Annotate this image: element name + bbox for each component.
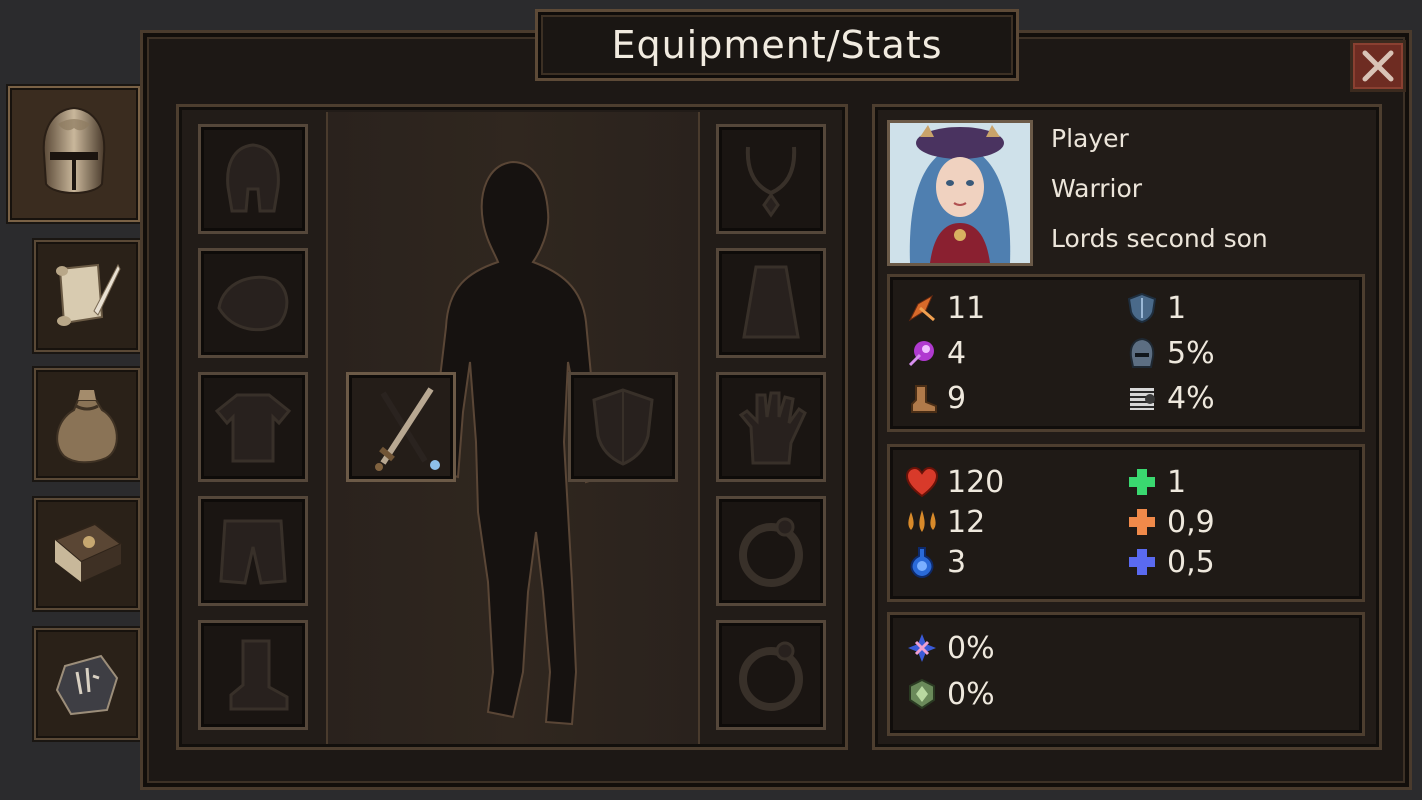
rune-stone-icon — [55, 654, 119, 716]
slot-ring-1[interactable] — [716, 496, 826, 606]
helmet-outline-icon — [226, 143, 280, 213]
ring-outline-icon — [739, 641, 803, 711]
glove-outline-icon — [738, 391, 807, 465]
sword-icon — [375, 387, 440, 471]
helmet-defense-icon — [1125, 336, 1159, 370]
evasion-icon — [1125, 381, 1159, 415]
slot-gloves[interactable] — [716, 372, 826, 482]
helmet-icon — [42, 106, 106, 194]
slot-cloak[interactable] — [716, 248, 826, 358]
pants-outline-icon — [219, 519, 287, 585]
stat-magic: 4 — [905, 335, 966, 371]
window-title-plate: Equipment/Stats — [535, 9, 1019, 81]
slot-chest[interactable] — [198, 372, 308, 482]
blue-cross-icon — [1125, 545, 1159, 579]
tab-quests[interactable] — [34, 240, 140, 352]
scroll-quill-icon — [56, 263, 121, 326]
amulet-outline-icon — [745, 146, 797, 218]
crit-icon — [905, 631, 939, 665]
stat-defense: 5% — [1125, 335, 1215, 371]
tab-equipment[interactable] — [8, 86, 140, 222]
slot-amulet[interactable] — [716, 124, 826, 234]
heart-icon — [905, 465, 939, 499]
shield-outline-icon — [592, 388, 654, 466]
poison-resist-icon — [905, 677, 939, 711]
stat-stamina: 12 — [905, 504, 985, 540]
slot-off-hand[interactable] — [568, 372, 678, 482]
mana-flask-icon — [905, 545, 939, 579]
stat-health-regen: 1 — [1125, 464, 1186, 500]
orange-cross-icon — [1125, 505, 1159, 539]
window-title: Equipment/Stats — [611, 23, 943, 67]
character-portrait — [887, 120, 1033, 266]
ring-outline-icon — [739, 517, 803, 587]
slot-boots[interactable] — [198, 620, 308, 730]
stat-stamina-regen: 0,9 — [1125, 504, 1215, 540]
slot-ring-2[interactable] — [716, 620, 826, 730]
stat-poison-resist: 0% — [905, 676, 995, 712]
close-button[interactable] — [1350, 40, 1406, 92]
portrait-image — [890, 123, 1030, 263]
pauldron-outline-icon — [217, 275, 289, 332]
stat-mana: 3 — [905, 544, 966, 580]
stat-armor: 1 — [1125, 290, 1186, 326]
character-name: Player — [1051, 124, 1129, 153]
armor-shield-icon — [1125, 291, 1159, 325]
slot-main-hand[interactable] — [346, 372, 456, 482]
tab-runes[interactable] — [34, 628, 140, 740]
bag-icon — [56, 390, 118, 464]
book-icon — [53, 522, 123, 582]
stat-health: 120 — [905, 464, 1004, 500]
stat-evasion: 4% — [1125, 380, 1215, 416]
cloak-outline-icon — [742, 265, 800, 339]
magic-icon — [905, 336, 939, 370]
shirt-outline-icon — [214, 393, 292, 463]
tab-spellbook[interactable] — [34, 498, 140, 610]
boot-outline-icon — [229, 639, 289, 711]
close-icon — [1362, 50, 1394, 82]
stat-crit: 0% — [905, 630, 995, 666]
tab-inventory[interactable] — [34, 368, 140, 480]
green-cross-icon — [1125, 465, 1159, 499]
character-background: Lords second son — [1051, 224, 1268, 253]
slot-legs[interactable] — [198, 496, 308, 606]
slot-shoulders[interactable] — [198, 248, 308, 358]
stamina-drops-icon — [905, 505, 939, 539]
agility-boot-icon — [905, 381, 939, 415]
stat-strength: 11 — [905, 290, 985, 326]
strength-icon — [905, 291, 939, 325]
character-class: Warrior — [1051, 174, 1143, 203]
stat-mana-regen: 0,5 — [1125, 544, 1215, 580]
slot-helmet[interactable] — [198, 124, 308, 234]
stat-agility: 9 — [905, 380, 966, 416]
